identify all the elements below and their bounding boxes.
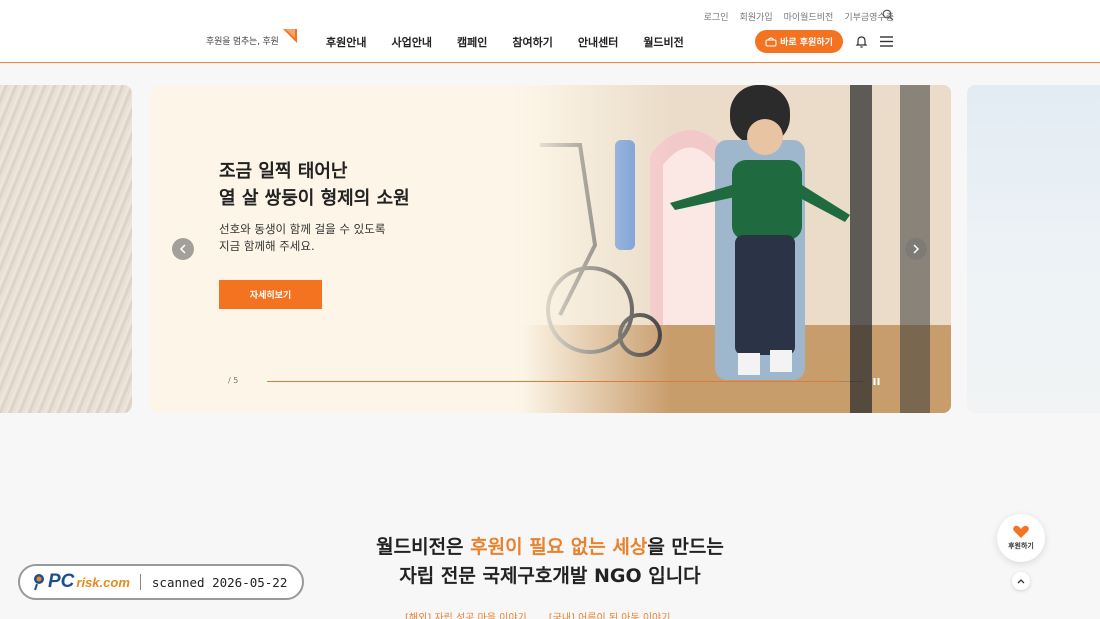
intro-line-1-prefix: 월드비전은 xyxy=(376,536,471,558)
nav-participate[interactable]: 참여하기 xyxy=(512,34,552,50)
donate-now-label: 바로 후원하기 xyxy=(780,38,833,48)
scroll-to-top-button[interactable] xyxy=(1012,572,1030,590)
view-details-button[interactable]: 자세히보기 xyxy=(219,280,322,309)
story-links: [해외] 자립 성공 마을 이야기 [국내] 어른이 된 아동 이야기 xyxy=(405,609,670,619)
nav-business[interactable]: 사업안내 xyxy=(391,34,431,50)
logo-mark-icon xyxy=(282,29,297,43)
heart-hands-icon xyxy=(1013,525,1029,538)
main-slide: 조금 일찍 태어난 열 살 쌍둥이 형제의 소원 선호와 동생이 함께 걸을 수… xyxy=(150,85,951,413)
pcrisk-risk: risk.com xyxy=(76,574,130,590)
donate-now-button[interactable]: 바로 후원하기 xyxy=(755,30,843,53)
pause-icon[interactable] xyxy=(872,377,881,386)
scan-watermark: PC risk.com scanned 2026-05-22 xyxy=(18,564,304,600)
slide-pager: / 5 xyxy=(228,376,239,385)
floating-donate-label: 후원하기 xyxy=(1008,542,1034,550)
intro-highlight: 후원이 필요 없는 세상 xyxy=(470,536,648,558)
carousel-next-button[interactable] xyxy=(905,238,927,260)
next-slide-peek[interactable] xyxy=(967,85,1100,413)
slide-progress-fill xyxy=(267,381,840,382)
nav-campaign[interactable]: 캠페인 xyxy=(457,34,487,50)
domestic-story-link[interactable]: [국내] 어른이 된 아동 이야기 xyxy=(549,609,671,619)
carousel-prev-button[interactable] xyxy=(172,238,194,260)
floating-donate-button[interactable]: 후원하기 xyxy=(997,514,1045,562)
chevron-left-icon xyxy=(179,244,186,254)
watermark-divider xyxy=(139,574,141,590)
nav-worldvision[interactable]: 월드비전 xyxy=(643,34,683,50)
search-icon[interactable] xyxy=(882,9,894,21)
scan-date-text: scanned 2026-05-22 xyxy=(151,574,288,590)
intro-line-1: 월드비전은 후원이 필요 없는 세상을 만드는 xyxy=(0,533,1100,562)
utility-links: 로그인 회원가입 마이월드비전 기부금영수증 xyxy=(704,10,894,23)
main-navigation: 후원안내 사업안내 캠페인 참여하기 안내센터 월드비전 xyxy=(326,34,684,50)
hamburger-menu-icon[interactable] xyxy=(880,36,893,47)
bell-icon[interactable] xyxy=(855,35,868,48)
pcrisk-logo: PC risk.com xyxy=(32,571,130,593)
pcrisk-pc: PC xyxy=(48,571,75,592)
logo-text: 후원을 멈추는, 후원 xyxy=(206,36,279,47)
site-header: 로그인 회원가입 마이월드비전 기부금영수증 후원을 멈추는, 후원 후원안내 … xyxy=(0,0,1100,63)
slide-photo xyxy=(520,85,951,413)
chevron-up-icon xyxy=(1017,579,1025,584)
magnifier-logo-icon xyxy=(34,574,44,591)
login-link[interactable]: 로그인 xyxy=(704,10,729,23)
previous-slide-peek[interactable] xyxy=(0,85,132,413)
chevron-right-icon xyxy=(913,244,920,254)
slide-progress-bar xyxy=(267,381,863,382)
site-logo[interactable]: 후원을 멈추는, 후원 xyxy=(206,29,297,47)
signup-link[interactable]: 회원가입 xyxy=(740,10,773,23)
nav-sponsorship[interactable]: 후원안내 xyxy=(326,34,366,50)
nav-help-center[interactable]: 안내센터 xyxy=(578,34,618,50)
gift-icon xyxy=(765,36,777,47)
overseas-story-link[interactable]: [해외] 자립 성공 마을 이야기 xyxy=(405,609,527,619)
slide-description: 선호와 동생이 함께 걸을 수 있도록 지금 함께해 주세요. xyxy=(219,222,386,253)
my-worldvision-link[interactable]: 마이월드비전 xyxy=(784,10,834,23)
intro-line-1-suffix: 을 만드는 xyxy=(647,536,724,558)
slide-title: 조금 일찍 태어난 열 살 쌍둥이 형제의 소원 xyxy=(219,161,410,209)
